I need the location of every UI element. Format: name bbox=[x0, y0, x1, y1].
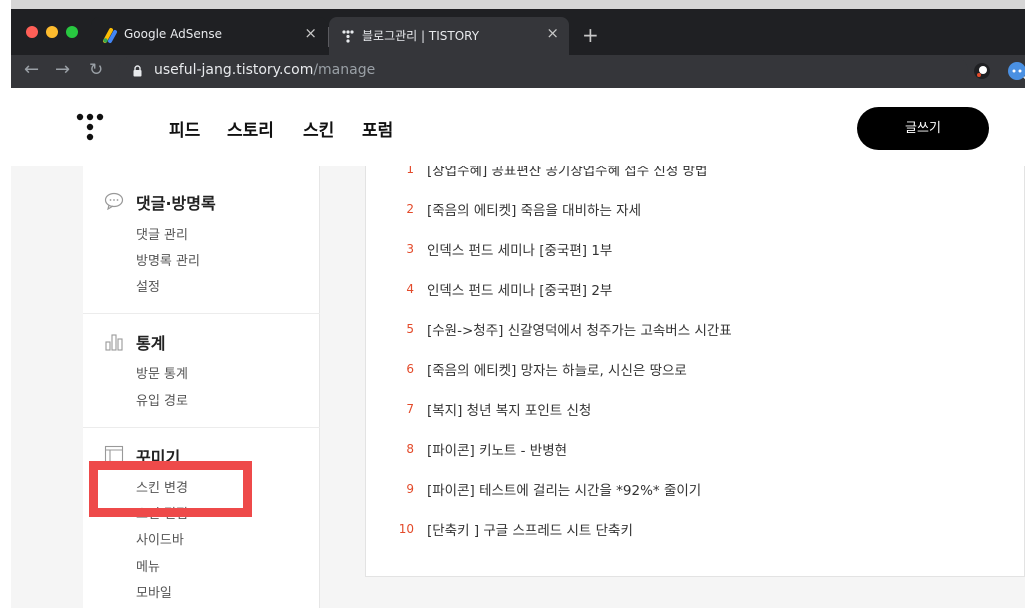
browser-tab-strip: Google AdSense × 블로그관리 | TISTORY × + bbox=[11, 9, 1025, 55]
post-title[interactable]: [수원->청주] 신갈영덕에서 청주가는 고속버스 시간표 bbox=[427, 319, 732, 339]
sidebar-item-mobile[interactable]: 모바일 bbox=[136, 582, 172, 601]
sidebar-item-guestbook-manage[interactable]: 방명록 관리 bbox=[136, 250, 200, 269]
tab-title: 블로그관리 | TISTORY bbox=[362, 29, 480, 43]
post-rank: 7 bbox=[406, 402, 414, 416]
post-title[interactable]: 인덱스 펀드 세미나 [중국편] 2부 bbox=[427, 279, 612, 299]
post-rank: 8 bbox=[406, 442, 414, 456]
section-title-comments[interactable]: 댓글·방명록 bbox=[136, 190, 216, 214]
sidebar-item-visit-stats[interactable]: 방문 통계 bbox=[136, 363, 188, 382]
post-title[interactable]: [죽음의 에티켓] 망자는 하늘로, 시신은 땅으로 bbox=[427, 359, 687, 379]
post-rank: 2 bbox=[406, 202, 414, 216]
profile-avatar-icon[interactable] bbox=[1008, 62, 1025, 80]
tab-google-adsense[interactable]: Google AdSense × bbox=[91, 17, 327, 55]
sidebar-item-comment-manage[interactable]: 댓글 관리 bbox=[136, 224, 188, 243]
post-rank: 10 bbox=[398, 522, 414, 536]
extension-icon[interactable] bbox=[974, 63, 990, 79]
lock-icon bbox=[133, 65, 142, 77]
write-post-button[interactable]: 글쓰기 bbox=[857, 107, 989, 150]
close-window-button[interactable] bbox=[26, 26, 38, 38]
url-path: /manage bbox=[313, 62, 376, 78]
forward-button[interactable]: → bbox=[55, 59, 70, 80]
nav-story[interactable]: 스토리 bbox=[227, 116, 274, 141]
manage-sidebar: 댓글·방명록 댓글 관리 방명록 관리 설정 통계 방문 통계 유입 경로 꾸미… bbox=[83, 88, 320, 608]
sidebar-item-referrer[interactable]: 유입 경로 bbox=[136, 390, 188, 409]
browser-toolbar: ← → ↻ useful-jang.tistory.com/manage ☆ bbox=[11, 55, 1025, 88]
minimize-window-button[interactable] bbox=[46, 26, 58, 38]
back-button[interactable]: ← bbox=[24, 59, 39, 80]
adsense-icon bbox=[103, 28, 117, 43]
bar-chart-icon bbox=[105, 334, 123, 351]
url-text: useful-jang.tistory.com/manage bbox=[154, 62, 375, 78]
tab-close-icon[interactable]: × bbox=[304, 24, 317, 42]
section-divider bbox=[83, 313, 320, 314]
post-rank: 4 bbox=[406, 282, 414, 296]
post-rank: 5 bbox=[406, 322, 414, 336]
post-title[interactable]: [복지] 청년 복지 포인트 신청 bbox=[427, 399, 591, 419]
post-title[interactable]: 인덱스 펀드 세미나 [중국편] 1부 bbox=[427, 239, 612, 259]
post-rank: 3 bbox=[406, 242, 414, 256]
top-navigation: 피드 스토리 스킨 포럼 글쓰기 bbox=[11, 88, 1025, 166]
tab-tistory-manage[interactable]: 블로그관리 | TISTORY × bbox=[329, 17, 569, 55]
new-tab-button[interactable]: + bbox=[582, 23, 599, 47]
comment-icon bbox=[104, 192, 124, 210]
sidebar-item-settings[interactable]: 설정 bbox=[136, 276, 160, 295]
nav-skin[interactable]: 스킨 bbox=[303, 116, 334, 141]
post-title[interactable]: [단축키 ] 구글 스프레드 시트 단축키 bbox=[427, 519, 633, 539]
tab-close-icon[interactable]: × bbox=[546, 24, 559, 42]
address-bar[interactable]: useful-jang.tistory.com/manage ☆ bbox=[118, 56, 1025, 86]
post-title[interactable]: [죽음의 에티켓] 죽음을 대비하는 자세 bbox=[427, 199, 641, 219]
post-title[interactable]: [파이콘] 키노트 - 반병현 bbox=[427, 439, 567, 459]
window-top-edge bbox=[0, 0, 1025, 9]
section-divider bbox=[83, 427, 320, 428]
sidebar-item-menu[interactable]: 메뉴 bbox=[136, 556, 160, 575]
post-rank: 6 bbox=[406, 362, 414, 376]
section-title-stats[interactable]: 통계 bbox=[136, 330, 165, 354]
reload-button[interactable]: ↻ bbox=[89, 60, 103, 80]
url-host: useful-jang.tistory.com bbox=[154, 62, 314, 78]
post-title[interactable]: [파이콘] 테스트에 걸리는 시간을 *92%* 줄이기 bbox=[427, 479, 701, 499]
tistory-logo-icon[interactable] bbox=[75, 112, 105, 142]
nav-feed[interactable]: 피드 bbox=[169, 116, 200, 141]
highlight-annotation-box bbox=[89, 461, 252, 517]
nav-forum[interactable]: 포럼 bbox=[362, 116, 393, 141]
window-left-margin bbox=[0, 0, 11, 608]
zoom-window-button[interactable] bbox=[66, 26, 78, 38]
post-rank: 9 bbox=[406, 482, 414, 496]
tab-title: Google AdSense bbox=[124, 27, 222, 41]
sidebar-item-sidebar[interactable]: 사이드바 bbox=[136, 529, 184, 548]
tistory-favicon-icon bbox=[342, 30, 354, 43]
tistory-manage-page: 피드 스토리 스킨 포럼 글쓰기 댓글·방명록 댓글 관리 방명록 관리 설정 … bbox=[11, 88, 1025, 608]
